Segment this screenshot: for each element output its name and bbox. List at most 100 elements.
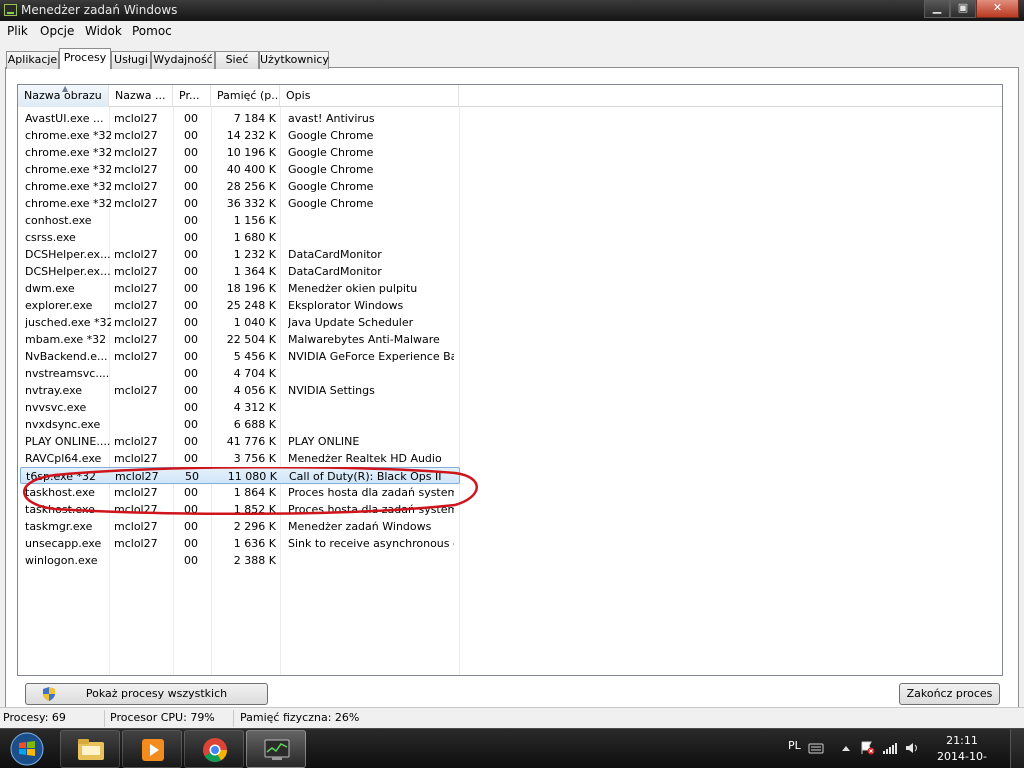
- table-row[interactable]: RAVCpl64.exe mclol27 00 3 756 K Menedżer Rea…: [20, 450, 460, 467]
- table-row[interactable]: AvastUI.exe ... mclol27 00 7 184 K avast! An…: [20, 110, 460, 127]
- process-cpu-cell: 00: [184, 554, 198, 567]
- column-header-description[interactable]: Opis: [280, 85, 459, 107]
- process-name-cell: csrss.exe: [25, 231, 76, 244]
- table-row[interactable]: dwm.exe mclol27 00 18 196 K Menedżer okien p…: [20, 280, 460, 297]
- process-cpu-cell: 00: [184, 435, 198, 448]
- process-name-cell: chrome.exe *32: [25, 163, 111, 176]
- status-process-count: Procesy: 69: [3, 711, 66, 724]
- maximize-button[interactable]: ▣: [950, 0, 976, 18]
- process-cpu-cell: 00: [184, 214, 198, 227]
- process-description-cell: Sink to receive asynchronous c...: [288, 537, 454, 550]
- table-row[interactable]: chrome.exe *32 mclol27 00 10 196 K Google Ch…: [20, 144, 460, 161]
- table-row[interactable]: taskhost.exe mclol27 00 1 864 K Proces hosta…: [20, 484, 460, 501]
- network-signal-icon[interactable]: [882, 741, 898, 755]
- chrome-icon: [203, 738, 227, 763]
- tab-procesy[interactable]: Procesy: [59, 48, 111, 69]
- tab-aplikacje[interactable]: Aplikacje: [6, 51, 59, 69]
- column-header-image-name[interactable]: ▲ Nazwa obrazu: [18, 85, 109, 107]
- process-name-cell: chrome.exe *32: [25, 146, 111, 159]
- task-manager-app-icon[interactable]: [4, 4, 17, 16]
- table-row[interactable]: explorer.exe mclol27 00 25 248 K Eksplorator…: [20, 297, 460, 314]
- close-button[interactable]: ✕: [976, 0, 1019, 18]
- process-cpu-cell: 00: [184, 350, 198, 363]
- table-row[interactable]: nvtray.exe mclol27 00 4 056 K NVIDIA Setting…: [20, 382, 460, 399]
- process-name-cell: conhost.exe: [25, 214, 92, 227]
- process-user-cell: mclol27: [114, 537, 158, 550]
- table-row[interactable]: nvstreamsvc.... 00 4 704 K: [20, 365, 460, 382]
- process-name-cell: nvxdsync.exe: [25, 418, 101, 431]
- table-row[interactable]: chrome.exe *32 mclol27 00 14 232 K Google Ch…: [20, 127, 460, 144]
- table-row[interactable]: conhost.exe 00 1 156 K: [20, 212, 460, 229]
- process-description-cell: avast! Antivirus: [288, 112, 375, 125]
- table-row[interactable]: winlogon.exe 00 2 388 K: [20, 552, 460, 569]
- list-header: ▲ Nazwa obrazu Nazwa ... Pr... Pamięć (p…: [18, 85, 1002, 107]
- tab-siec[interactable]: Sieć: [215, 51, 259, 69]
- column-header-cpu[interactable]: Pr...: [173, 85, 211, 107]
- process-memory-cell: 2 388 K: [233, 554, 276, 567]
- table-row[interactable]: NvBackend.e... mclol27 00 5 456 K NVIDIA GeF…: [20, 348, 460, 365]
- process-memory-cell: 4 704 K: [233, 367, 276, 380]
- process-memory-cell: 1 680 K: [233, 231, 276, 244]
- process-memory-cell: 4 312 K: [233, 401, 276, 414]
- process-description-cell: NVIDIA Settings: [288, 384, 375, 397]
- process-cpu-cell: 00: [184, 384, 198, 397]
- taskbar-task-manager-button[interactable]: [246, 730, 306, 768]
- taskbar-explorer-button[interactable]: [60, 730, 120, 768]
- status-cpu-usage: Procesor CPU: 79%: [110, 711, 215, 724]
- taskbar-media-player-button[interactable]: [122, 730, 182, 768]
- column-header-user-name[interactable]: Nazwa ...: [109, 85, 173, 107]
- table-row[interactable]: DCSHelper.ex... mclol27 00 1 232 K DataCardM…: [20, 246, 460, 263]
- column-header-memory[interactable]: Pamięć (p...: [211, 85, 280, 107]
- table-row[interactable]: taskmgr.exe mclol27 00 2 296 K Menedżer zada…: [20, 518, 460, 535]
- table-row[interactable]: nvxdsync.exe 00 6 688 K: [20, 416, 460, 433]
- menu-plik[interactable]: Plik: [7, 24, 28, 38]
- minimize-button[interactable]: ▁: [924, 0, 950, 18]
- process-memory-cell: 22 504 K: [226, 333, 276, 346]
- process-list[interactable]: ▲ Nazwa obrazu Nazwa ... Pr... Pamięć (p…: [17, 84, 1003, 676]
- process-memory-cell: 10 196 K: [226, 146, 276, 159]
- table-row[interactable]: PLAY ONLINE.... mclol27 00 41 776 K PLAY ONL…: [20, 433, 460, 450]
- table-row[interactable]: unsecapp.exe mclol27 00 1 636 K Sink to rece…: [20, 535, 460, 552]
- menu-widok[interactable]: Widok: [85, 24, 122, 38]
- end-process-button[interactable]: Zakończ proces: [899, 683, 1000, 705]
- process-memory-cell: 36 332 K: [226, 197, 276, 210]
- language-indicator[interactable]: PL: [788, 739, 801, 752]
- table-row[interactable]: taskhost.exe mclol27 00 1 852 K Proces hosta…: [20, 501, 460, 518]
- menu-pomoc[interactable]: Pomoc: [132, 24, 172, 38]
- menu-opcje[interactable]: Opcje: [40, 24, 74, 38]
- table-row[interactable]: chrome.exe *32 mclol27 00 40 400 K Google Ch…: [20, 161, 460, 178]
- table-row[interactable]: mbam.exe *32 mclol27 00 22 504 K Malwarebyte…: [20, 331, 460, 348]
- table-row[interactable]: chrome.exe *32 mclol27 00 28 256 K Google Ch…: [20, 178, 460, 195]
- show-all-processes-button[interactable]: Pokaż procesy wszystkich użytkowników: [25, 683, 268, 720]
- process-user-cell: mclol27: [114, 316, 158, 329]
- tab-wydajnosc[interactable]: Wydajność: [151, 51, 215, 69]
- table-row[interactable]: nvvsvc.exe 00 4 312 K: [20, 399, 460, 416]
- taskbar-chrome-button[interactable]: [184, 730, 244, 768]
- start-button[interactable]: [5, 731, 49, 767]
- action-center-icon[interactable]: [859, 741, 875, 755]
- status-divider: [233, 710, 234, 727]
- process-memory-cell: 6 688 K: [233, 418, 276, 431]
- table-row[interactable]: jusched.exe *32 mclol27 00 1 040 K Java Upda…: [20, 314, 460, 331]
- process-memory-cell: 1 864 K: [233, 486, 276, 499]
- process-description-cell: Eksplorator Windows: [288, 299, 404, 312]
- table-row-selected[interactable]: t6sp.exe *32 mclol27 50 11 080 K Call of Dut…: [20, 467, 460, 484]
- process-description-cell: Proces hosta dla zadań system...: [288, 503, 454, 516]
- keyboard-icon[interactable]: [808, 741, 824, 755]
- title-bar[interactable]: Menedżer zadań Windows ▁ ▣ ✕: [0, 0, 1024, 21]
- volume-icon[interactable]: [904, 741, 920, 755]
- process-cpu-cell: 00: [184, 401, 198, 414]
- process-user-cell: mclol27: [114, 180, 158, 193]
- table-row[interactable]: chrome.exe *32 mclol27 00 36 332 K Google Ch…: [20, 195, 460, 212]
- clock-date: 2014-10-26: [937, 750, 987, 768]
- tab-uzytkownicy[interactable]: Użytkownicy: [259, 51, 329, 69]
- process-user-cell: mclol27: [114, 299, 158, 312]
- table-row[interactable]: csrss.exe 00 1 680 K: [20, 229, 460, 246]
- system-clock[interactable]: 21:11 2014-10-26: [932, 733, 992, 768]
- tab-uslugi[interactable]: Usługi: [111, 51, 151, 69]
- show-hidden-icons-icon[interactable]: [838, 741, 854, 755]
- process-memory-cell: 1 232 K: [233, 248, 276, 261]
- show-desktop-button[interactable]: [1010, 729, 1024, 768]
- table-row[interactable]: DCSHelper.ex... mclol27 00 1 364 K DataCardM…: [20, 263, 460, 280]
- process-cpu-cell: 00: [184, 520, 198, 533]
